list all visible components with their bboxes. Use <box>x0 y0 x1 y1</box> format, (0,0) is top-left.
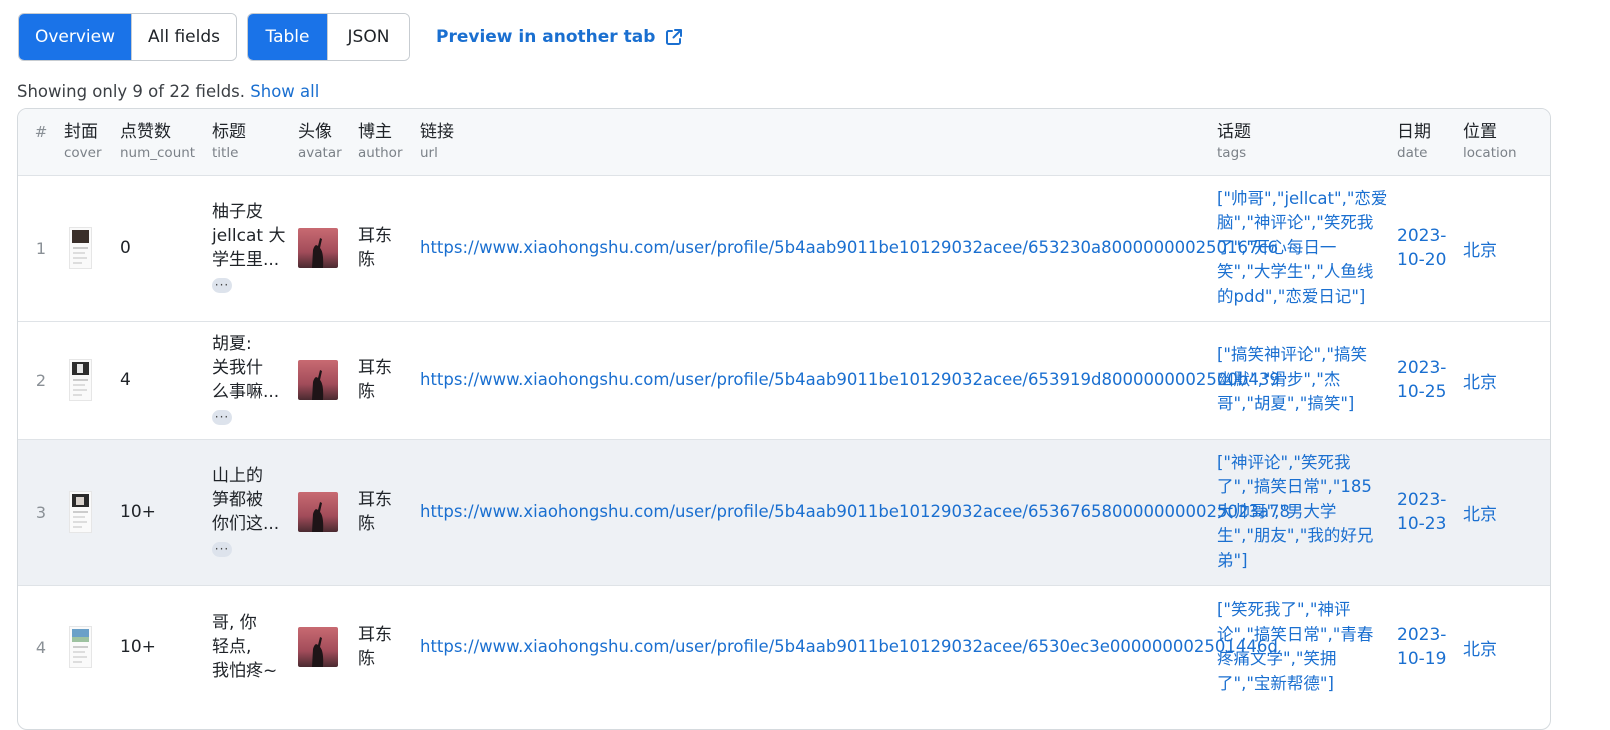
date-cell: 2023- 10-20 <box>1397 226 1447 270</box>
cover-thumbnail[interactable] <box>69 626 92 669</box>
data-table: # 封面 cover 点赞数 num_count 标题 title 头像 avatar … <box>17 108 1551 730</box>
url-cell: https://www.xiaohongshu.com/user/profile… <box>420 175 1278 321</box>
num-count-cell: 10+ <box>120 502 156 522</box>
table-row: 4 10+ 哥, 你 轻点, 我怕疼~ 耳东 陈 https://www.xia… <box>18 585 1550 709</box>
avatar-cell <box>298 439 358 585</box>
url-cell: https://www.xiaohongshu.com/user/profile… <box>420 439 1290 585</box>
row-index: 4 <box>35 637 47 657</box>
tab-table[interactable]: Table <box>248 14 327 60</box>
column-header-author[interactable]: 博主 author <box>358 109 420 175</box>
avatar[interactable] <box>298 228 338 268</box>
format-tab-group: Table JSON <box>247 13 410 61</box>
avatar-cell <box>298 321 358 439</box>
cover-cell <box>64 321 120 439</box>
avatar-cell <box>298 585 358 709</box>
table-row: 2 4 胡夏: 关我什 么事嘛... ··· 耳东 陈 https://www.… <box>18 321 1550 439</box>
url-link[interactable]: https://www.xiaohongshu.com/user/profile… <box>420 637 1278 656</box>
tags-cell: ["搞笑神评论","搞笑 幽默","滑步","杰 哥","胡夏","搞笑"] <box>1217 345 1367 414</box>
column-header-tags[interactable]: 话题 tags <box>1217 109 1397 175</box>
cover-thumbnail[interactable] <box>69 227 92 269</box>
location-cell: 北京 <box>1463 504 1497 525</box>
author-cell: 耳东 陈 <box>358 226 392 270</box>
preview-link-label: Preview in another tab <box>436 27 656 47</box>
author-cell: 耳东 陈 <box>358 358 392 402</box>
table-header-row: # 封面 cover 点赞数 num_count 标题 title 头像 avatar … <box>18 109 1550 175</box>
num-count-cell: 10+ <box>120 637 156 658</box>
view-tab-group: Overview All fields <box>18 13 237 61</box>
cover-cell <box>64 175 120 321</box>
author-cell: 耳东 陈 <box>358 625 392 670</box>
tags-cell: ["神评论","笑死我 了","搞笑日常","185 大帅哥","男大学 生",… <box>1217 452 1374 570</box>
row-index: 1 <box>35 238 47 258</box>
title-cell: 胡夏: 关我什 么事嘛... ··· <box>212 334 280 425</box>
show-all-link[interactable]: Show all <box>250 82 319 101</box>
url-cell: https://www.xiaohongshu.com/user/profile… <box>420 585 1278 709</box>
table-row: 3 10+ 山上的 笋都被 你们这... ··· 耳东 陈 https://ww… <box>18 439 1550 585</box>
avatar[interactable] <box>298 360 338 400</box>
title-cell: 哥, 你 轻点, 我怕疼~ <box>212 613 278 682</box>
location-cell: 北京 <box>1463 372 1497 393</box>
location-cell: 北京 <box>1463 240 1497 261</box>
expand-ellipsis-button[interactable]: ··· <box>212 541 232 557</box>
url-link[interactable]: https://www.xiaohongshu.com/user/profile… <box>420 370 1280 389</box>
column-header-date[interactable]: 日期 date <box>1397 109 1463 175</box>
column-header-index: # <box>34 123 48 141</box>
tags-cell: ["笑死我了","神评 论","搞笑日常","青春 疼痛文学","笑拥 了","… <box>1217 600 1374 693</box>
tags-cell: ["帅哥","jellcat","恋爱 脑","神评论","笑死我 了","开心… <box>1217 188 1388 306</box>
location-cell: 北京 <box>1463 639 1497 660</box>
row-index: 3 <box>35 502 47 522</box>
num-count-cell: 4 <box>120 370 131 390</box>
avatar-cell <box>298 175 358 321</box>
preview-in-another-tab-link[interactable]: Preview in another tab <box>436 27 683 47</box>
author-cell: 耳东 陈 <box>358 490 392 534</box>
table-row: 1 0 柚子皮 jellcat 大 学生里... ··· 耳东 陈 https:… <box>18 175 1550 321</box>
url-cell: https://www.xiaohongshu.com/user/profile… <box>420 321 1280 439</box>
url-link[interactable]: https://www.xiaohongshu.com/user/profile… <box>420 502 1290 521</box>
fields-info-text: Showing only 9 of 22 fields. <box>17 82 246 101</box>
url-link[interactable]: https://www.xiaohongshu.com/user/profile… <box>420 238 1278 257</box>
date-cell: 2023- 10-23 <box>1397 490 1447 534</box>
cover-cell <box>64 439 120 585</box>
tab-overview[interactable]: Overview <box>19 14 131 60</box>
column-header-cover[interactable]: 封面 cover <box>64 109 120 175</box>
expand-ellipsis-button[interactable]: ··· <box>212 409 232 425</box>
date-cell: 2023- 10-25 <box>1397 358 1447 402</box>
tab-json[interactable]: JSON <box>327 14 409 60</box>
cover-thumbnail[interactable] <box>69 359 92 401</box>
num-count-cell: 0 <box>120 238 131 258</box>
cover-cell <box>64 585 120 709</box>
title-cell: 山上的 笋都被 你们这... ··· <box>212 466 280 557</box>
row-index: 2 <box>35 370 47 390</box>
tab-all-fields[interactable]: All fields <box>131 14 236 60</box>
column-header-location[interactable]: 位置 location <box>1463 109 1550 175</box>
column-header-num-count[interactable]: 点赞数 num_count <box>120 109 212 175</box>
column-header-avatar[interactable]: 头像 avatar <box>298 109 358 175</box>
external-link-icon <box>666 29 683 45</box>
column-header-title[interactable]: 标题 title <box>212 109 298 175</box>
fields-info: Showing only 9 of 22 fields. Show all <box>17 82 319 101</box>
avatar[interactable] <box>298 492 338 532</box>
column-header-url[interactable]: 链接 url <box>420 109 1217 175</box>
expand-ellipsis-button[interactable]: ··· <box>212 277 232 293</box>
cover-thumbnail[interactable] <box>69 491 92 533</box>
date-cell: 2023- 10-19 <box>1397 625 1447 670</box>
avatar[interactable] <box>298 627 338 668</box>
title-cell: 柚子皮 jellcat 大 学生里... ··· <box>212 202 286 293</box>
toolbar: Overview All fields Table JSON Preview i… <box>18 13 683 61</box>
